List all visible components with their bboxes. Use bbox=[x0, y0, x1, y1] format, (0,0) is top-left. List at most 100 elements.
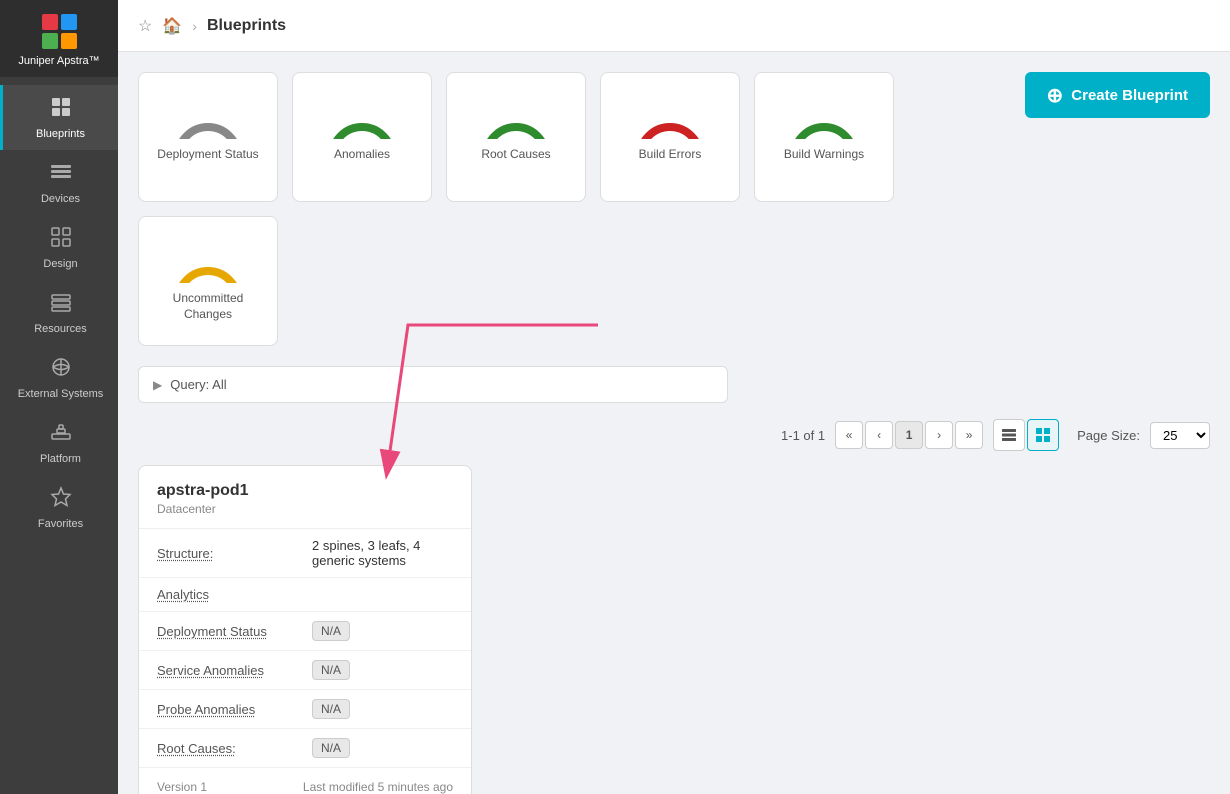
app-logo: Juniper Apstra™ bbox=[0, 0, 118, 77]
logo-cell-red bbox=[42, 14, 58, 30]
field-value-structure: 2 spines, 3 leafs, 4 generic systems bbox=[294, 529, 471, 578]
card-label-uncommitted-changes: Uncommitted Changes bbox=[149, 291, 267, 322]
root-causes-badge: N/A bbox=[312, 738, 350, 758]
field-label-probe-anomalies: Probe Anomalies bbox=[139, 690, 294, 729]
table-row: Deployment Status N/A bbox=[139, 612, 471, 651]
sidebar-item-resources[interactable]: Resources bbox=[0, 280, 118, 345]
deployment-status-badge: N/A bbox=[312, 621, 350, 641]
favorites-icon bbox=[49, 485, 73, 515]
service-anomalies-badge: N/A bbox=[312, 660, 350, 680]
list-view-button[interactable] bbox=[993, 419, 1025, 451]
blueprint-type: Datacenter bbox=[157, 502, 453, 516]
field-label-service-anomalies: Service Anomalies bbox=[139, 651, 294, 690]
field-value-root-causes: N/A bbox=[294, 729, 471, 768]
blueprint-footer: Version 1 Last modified 5 minutes ago bbox=[139, 768, 471, 794]
summary-section: Deployment Status Anomalies bbox=[138, 72, 1210, 346]
summary-card-uncommitted-changes[interactable]: Uncommitted Changes bbox=[138, 216, 278, 346]
blueprints-icon bbox=[49, 95, 73, 125]
summary-card-deployment-status[interactable]: Deployment Status bbox=[138, 72, 278, 202]
sidebar-item-platform-label: Platform bbox=[40, 453, 81, 465]
field-label-root-causes: Root Causes: bbox=[139, 729, 294, 768]
summary-card-root-causes[interactable]: Root Causes bbox=[446, 72, 586, 202]
logo-cell-green bbox=[42, 33, 58, 49]
card-label-build-warnings: Build Warnings bbox=[784, 147, 864, 163]
query-expand-icon: ▶ bbox=[153, 378, 162, 392]
sidebar-nav: Blueprints Devices bbox=[0, 77, 118, 540]
external-systems-icon bbox=[49, 355, 73, 385]
resources-icon bbox=[49, 290, 73, 320]
table-row: Service Anomalies N/A bbox=[139, 651, 471, 690]
table-row: Structure: 2 spines, 3 leafs, 4 generic … bbox=[139, 529, 471, 578]
sidebar-item-favorites-label: Favorites bbox=[38, 518, 83, 530]
sidebar: Juniper Apstra™ Blueprints bbox=[0, 0, 118, 794]
blueprint-version: Version 1 bbox=[157, 780, 207, 794]
design-icon bbox=[49, 225, 73, 255]
blueprint-modified: Last modified 5 minutes ago bbox=[303, 780, 453, 794]
pagination-page-1-button[interactable]: 1 bbox=[895, 421, 923, 449]
card-label-deployment-status: Deployment Status bbox=[157, 147, 258, 163]
favorite-star-icon[interactable]: ☆ bbox=[138, 16, 152, 36]
pagination-prev-button[interactable]: ‹ bbox=[865, 421, 893, 449]
gauge-build-errors bbox=[630, 89, 710, 139]
sidebar-item-blueprints-label: Blueprints bbox=[36, 128, 85, 140]
breadcrumb-separator: › bbox=[192, 18, 197, 34]
table-row: Probe Anomalies N/A bbox=[139, 690, 471, 729]
page-size-label: Page Size: bbox=[1077, 428, 1140, 443]
devices-icon bbox=[49, 160, 73, 190]
summary-card-build-errors[interactable]: Build Errors bbox=[600, 72, 740, 202]
app-name: Juniper Apstra™ bbox=[18, 55, 99, 67]
plus-icon: ⊕ bbox=[1047, 83, 1064, 108]
summary-card-anomalies[interactable]: Anomalies bbox=[292, 72, 432, 202]
field-label-deployment-status: Deployment Status bbox=[139, 612, 294, 651]
home-icon[interactable]: 🏠 bbox=[162, 16, 182, 36]
blueprint-card-header: apstra-pod1 Datacenter bbox=[139, 466, 471, 529]
sidebar-item-platform[interactable]: Platform bbox=[0, 410, 118, 475]
grid-view-button[interactable] bbox=[1027, 419, 1059, 451]
field-value-service-anomalies: N/A bbox=[294, 651, 471, 690]
logo-cell-blue bbox=[61, 14, 77, 30]
gauge-anomalies bbox=[322, 89, 402, 139]
pagination-last-button[interactable]: » bbox=[955, 421, 983, 449]
sidebar-item-devices[interactable]: Devices bbox=[0, 150, 118, 215]
field-label-analytics: Analytics bbox=[139, 578, 294, 612]
blueprint-name: apstra-pod1 bbox=[157, 482, 453, 500]
query-bar-text: Query: All bbox=[170, 377, 226, 392]
table-row: Analytics bbox=[139, 578, 471, 612]
card-label-root-causes: Root Causes bbox=[481, 147, 550, 163]
platform-icon bbox=[49, 420, 73, 450]
logo-grid bbox=[42, 14, 77, 49]
sidebar-item-blueprints[interactable]: Blueprints bbox=[0, 85, 118, 150]
page-title: Blueprints bbox=[207, 17, 286, 35]
probe-anomalies-badge: N/A bbox=[312, 699, 350, 719]
gauge-root-causes bbox=[476, 89, 556, 139]
gauge-uncommitted-changes bbox=[168, 233, 248, 283]
blueprint-card[interactable]: apstra-pod1 Datacenter Structure: 2 spin… bbox=[138, 465, 472, 794]
field-value-deployment-status: N/A bbox=[294, 612, 471, 651]
sidebar-item-external-systems[interactable]: External Systems bbox=[0, 345, 118, 410]
sidebar-item-design[interactable]: Design bbox=[0, 215, 118, 280]
card-label-build-errors: Build Errors bbox=[639, 147, 702, 163]
sidebar-item-favorites[interactable]: Favorites bbox=[0, 475, 118, 540]
create-blueprint-button[interactable]: ⊕ Create Blueprint bbox=[1025, 72, 1210, 118]
pagination-info: 1-1 of 1 bbox=[781, 428, 825, 443]
blueprint-details-table: Structure: 2 spines, 3 leafs, 4 generic … bbox=[139, 529, 471, 768]
field-label-structure: Structure: bbox=[139, 529, 294, 578]
pagination-first-button[interactable]: « bbox=[835, 421, 863, 449]
field-value-probe-anomalies: N/A bbox=[294, 690, 471, 729]
table-row: Root Causes: N/A bbox=[139, 729, 471, 768]
gauge-build-warnings bbox=[784, 89, 864, 139]
summary-card-build-warnings[interactable]: Build Warnings bbox=[754, 72, 894, 202]
summary-cards: Deployment Status Anomalies bbox=[138, 72, 1011, 346]
query-bar[interactable]: ▶ Query: All bbox=[138, 366, 728, 403]
gauge-deployment-status bbox=[168, 89, 248, 139]
sidebar-item-external-systems-label: External Systems bbox=[18, 388, 104, 400]
logo-cell-orange bbox=[61, 33, 77, 49]
create-blueprint-label: Create Blueprint bbox=[1071, 87, 1188, 104]
controls-row: 1-1 of 1 « ‹ 1 › » bbox=[138, 419, 1210, 451]
sidebar-item-resources-label: Resources bbox=[34, 323, 87, 335]
card-label-anomalies: Anomalies bbox=[334, 147, 390, 163]
sidebar-item-devices-label: Devices bbox=[41, 193, 80, 205]
sidebar-item-design-label: Design bbox=[43, 258, 77, 270]
pagination-next-button[interactable]: › bbox=[925, 421, 953, 449]
page-size-select[interactable]: 25 50 100 bbox=[1150, 422, 1210, 449]
